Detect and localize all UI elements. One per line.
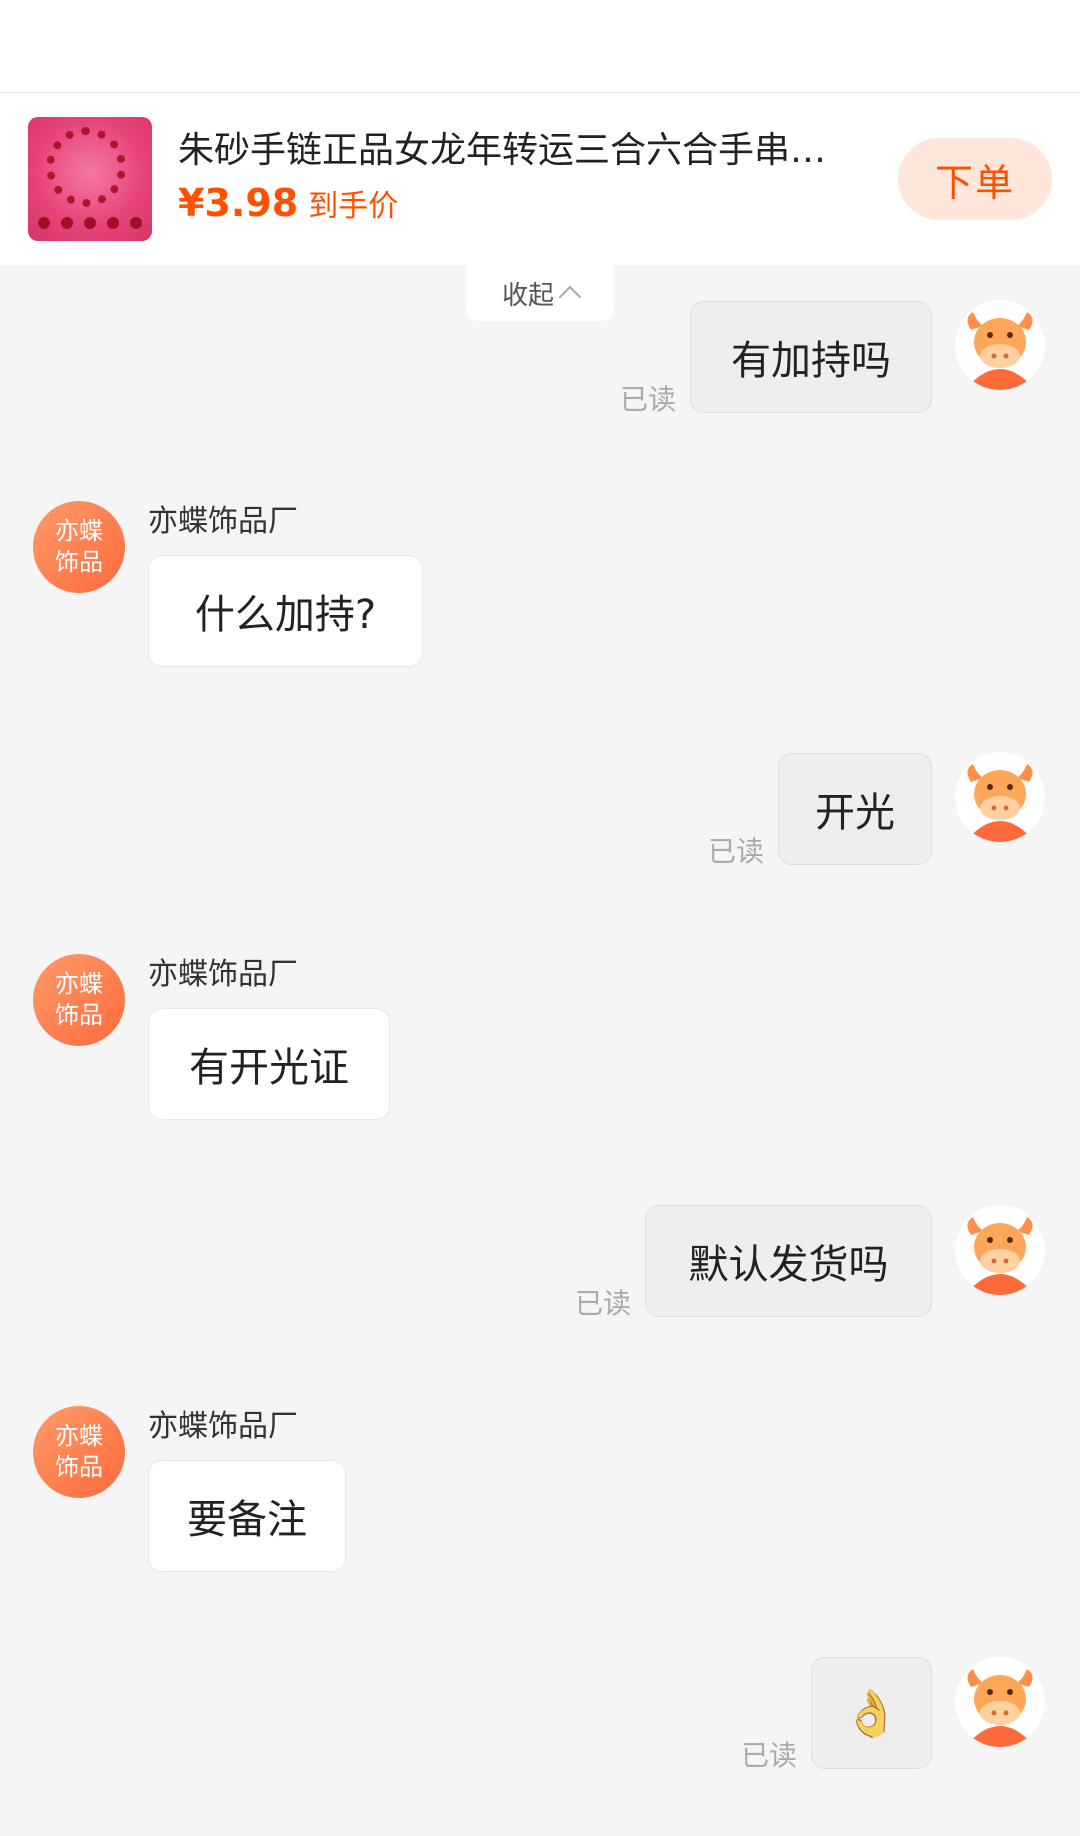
- user-avatar[interactable]: [955, 752, 1045, 842]
- bull-avatar-icon: [965, 1669, 1035, 1747]
- user-avatar[interactable]: [955, 300, 1045, 390]
- message-bubble-me[interactable]: 开光: [778, 753, 932, 865]
- shop-name: 亦蝶饰品厂: [148, 957, 298, 992]
- collapse-toggle[interactable]: 收起: [466, 265, 614, 321]
- user-avatar[interactable]: [955, 1657, 1045, 1747]
- collapse-label: 收起: [501, 280, 554, 311]
- message-bubble-shop[interactable]: 有开光证: [148, 1008, 390, 1120]
- read-status: 已读: [575, 1287, 632, 1320]
- shop-name: 亦蝶饰品厂: [148, 504, 298, 539]
- message-bubble-me[interactable]: 有加持吗: [690, 301, 932, 413]
- ok-hand-icon: 👌: [842, 1686, 901, 1740]
- bull-avatar-icon: [965, 312, 1035, 390]
- shop-avatar[interactable]: 亦蝶饰品: [33, 954, 125, 1046]
- message-bubble-me[interactable]: 默认发货吗: [645, 1205, 932, 1317]
- shop-avatar[interactable]: 亦蝶饰品: [33, 1406, 125, 1498]
- user-avatar[interactable]: [955, 1205, 1045, 1295]
- message-bubble-me[interactable]: 👌: [811, 1657, 932, 1769]
- price-suffix: 到手价: [308, 189, 399, 224]
- shop-name: 亦蝶饰品厂: [148, 1409, 298, 1444]
- read-status: 已读: [741, 1739, 798, 1772]
- product-price: ¥3.98: [178, 181, 299, 225]
- top-bar: [0, 0, 1080, 93]
- order-button[interactable]: 下单: [898, 138, 1052, 220]
- shop-avatar[interactable]: 亦蝶饰品: [33, 501, 125, 593]
- price-row: ¥3.98 到手价: [178, 181, 398, 229]
- bull-avatar-icon: [965, 764, 1035, 842]
- read-status: 已读: [708, 835, 765, 868]
- product-card[interactable]: 朱砂手链正品女龙年转运三合六合手串… ¥3.98 到手价 下单: [0, 93, 1080, 265]
- message-bubble-shop[interactable]: 要备注: [148, 1460, 346, 1572]
- bracelet-image: [46, 127, 126, 207]
- chevron-up-icon: [558, 285, 582, 309]
- read-status: 已读: [620, 383, 677, 416]
- message-bubble-shop[interactable]: 什么加持?: [148, 555, 423, 667]
- product-title[interactable]: 朱砂手链正品女龙年转运三合六合手串…: [178, 129, 878, 173]
- product-thumbnail[interactable]: [28, 117, 152, 241]
- bead-row: [38, 215, 142, 231]
- bull-avatar-icon: [965, 1217, 1035, 1295]
